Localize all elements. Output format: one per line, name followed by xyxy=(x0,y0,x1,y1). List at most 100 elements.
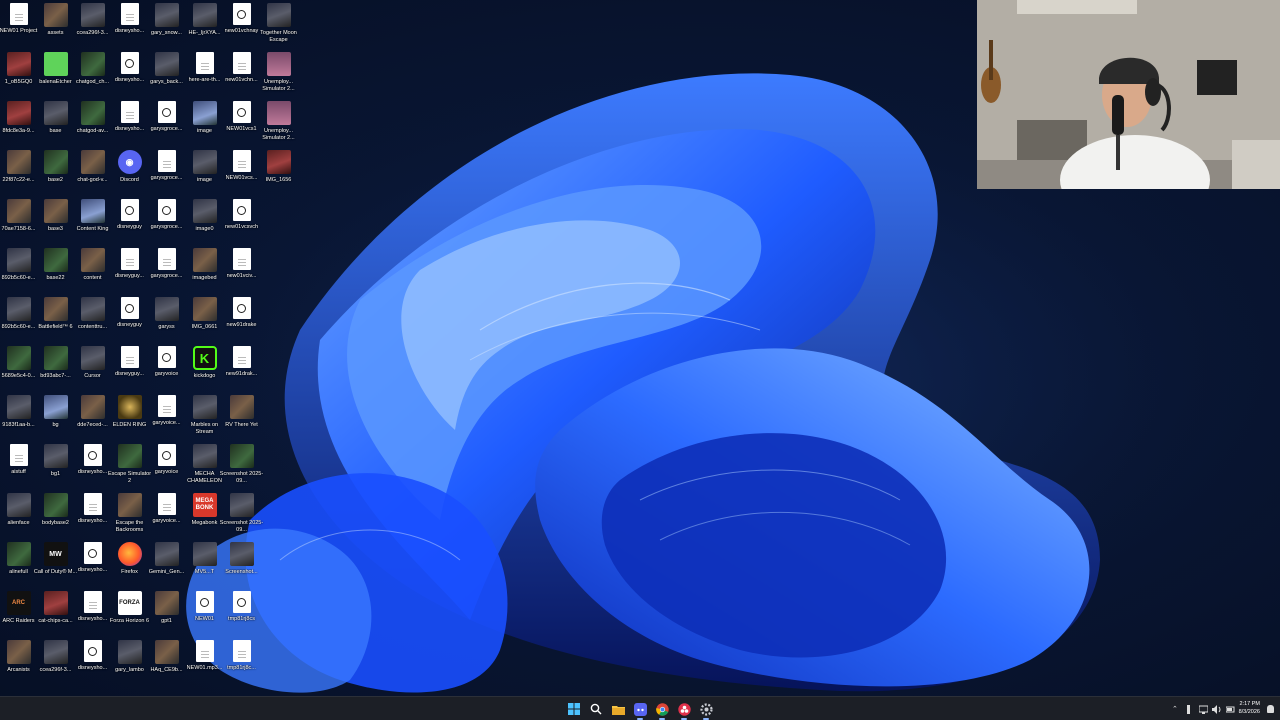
desktop-icon[interactable]: disneyguy... xyxy=(111,245,148,294)
desktop-icon[interactable]: Content King xyxy=(74,196,111,245)
tray-overflow-chevron-icon[interactable]: ⌃ xyxy=(1172,705,1178,713)
desktop-icon[interactable]: bd93abc7-... xyxy=(37,343,74,392)
desktop-icon[interactable]: image0 xyxy=(186,196,223,245)
desktop-icon[interactable]: disneysho... xyxy=(74,539,111,588)
desktop-icon[interactable]: MECHA CHAMELEON xyxy=(186,441,223,490)
desktop-icon[interactable]: garyvoice... xyxy=(148,392,185,441)
search-button[interactable] xyxy=(588,701,604,717)
battery-icon[interactable] xyxy=(1225,705,1235,714)
desktop-icon[interactable]: disneysho... xyxy=(74,588,111,637)
desktop-icon[interactable]: alinefull xyxy=(0,539,37,588)
desktop-icon[interactable]: image xyxy=(186,147,223,196)
desktop-icon[interactable]: Battlefield™ 6 xyxy=(37,294,74,343)
desktop-icon[interactable]: garysgroce... xyxy=(148,147,185,196)
desktop-icon[interactable]: 9183f1aa-b... xyxy=(0,392,37,441)
desktop-icon[interactable]: base3 xyxy=(37,196,74,245)
tray-app-icon[interactable] xyxy=(1184,704,1193,714)
desktop-icon[interactable]: 70ae7158-6... xyxy=(0,196,37,245)
desktop-icon[interactable]: 892b5c60-e... xyxy=(0,294,37,343)
desktop-icon[interactable]: bg xyxy=(37,392,74,441)
desktop-icon[interactable]: new01vciv... xyxy=(223,245,260,294)
desktop-icon[interactable]: Kkickdogo xyxy=(186,343,223,392)
desktop-icon[interactable]: MEGA BONK Megabonk xyxy=(186,490,223,539)
desktop-icon[interactable]: ccea296f-3... xyxy=(74,0,111,49)
desktop-icon[interactable]: here-are-th... xyxy=(186,49,223,98)
desktop-icon[interactable]: garysgroce... xyxy=(148,98,185,147)
desktop-icon[interactable]: bg1 xyxy=(37,441,74,490)
desktop-icon[interactable]: disneysho... xyxy=(74,490,111,539)
desktop-icon[interactable]: NEW01 Project xyxy=(0,0,37,49)
desktop-icon[interactable]: 5689e5c4-0... xyxy=(0,343,37,392)
desktop-icon[interactable]: 1_oB5GQ0 xyxy=(0,49,37,98)
desktop-icon[interactable]: ccea296f-3... xyxy=(37,637,74,686)
desktop-icon[interactable]: NEW01vcs1 xyxy=(223,98,260,147)
desktop-icon[interactable]: chat-god-v... xyxy=(74,147,111,196)
desktop-icon[interactable]: alienface xyxy=(0,490,37,539)
desktop-icon[interactable]: MW Call of Duty® M... xyxy=(34,539,77,588)
desktop-icon[interactable]: tmp81rj8c... xyxy=(223,637,260,686)
desktop-icon[interactable]: IMG_0661 xyxy=(186,294,223,343)
desktop-icon[interactable]: RV There Yet xyxy=(223,392,260,441)
desktop-icon[interactable]: Cursor xyxy=(74,343,111,392)
desktop-icon[interactable]: Escape Simulator 2 xyxy=(108,441,151,490)
desktop-icon[interactable]: image xyxy=(186,98,223,147)
desktop-icon[interactable]: garyss xyxy=(148,294,185,343)
desktop-icon[interactable]: cat-chips-ca... xyxy=(37,588,74,637)
desktop-icon[interactable]: base22 xyxy=(37,245,74,294)
desktop-icon[interactable]: gary_lambo xyxy=(111,637,148,686)
desktop-icon[interactable]: 892b5c60-e... xyxy=(0,245,37,294)
desktop-icon[interactable]: chatgod-av... xyxy=(74,98,111,147)
desktop-icon[interactable]: Escape the Backrooms xyxy=(111,490,148,539)
desktop-icon[interactable]: disneysho... xyxy=(111,98,148,147)
desktop-icon[interactable]: content xyxy=(74,245,111,294)
desktop-icon[interactable]: ELDEN RING xyxy=(111,392,148,441)
desktop-icon[interactable]: new91drak... xyxy=(223,343,260,392)
desktop-icon[interactable]: base2 xyxy=(37,147,74,196)
desktop-icon[interactable]: garysgroce... xyxy=(148,245,185,294)
desktop-icon[interactable]: garyvoice xyxy=(148,343,185,392)
desktop-icon[interactable]: Together Moon Escape xyxy=(260,0,297,49)
desktop-icon[interactable]: HAq_CE9b... xyxy=(148,637,185,686)
desktop-icon[interactable]: garysgroce... xyxy=(148,196,185,245)
taskbar-clock[interactable]: 2:17 PM 8/3/2026 xyxy=(1239,700,1260,716)
desktop-icon[interactable]: disneysho... xyxy=(111,0,148,49)
desktop-icon[interactable]: aistuff xyxy=(0,441,37,490)
desktop-icon[interactable]: disneyguy xyxy=(111,196,148,245)
desktop-icon[interactable]: new01vchnay xyxy=(223,0,260,49)
desktop-icon[interactable]: balenaEtcher xyxy=(37,49,74,98)
settings-taskbar-button[interactable] xyxy=(698,701,714,720)
desktop-icon[interactable]: new01vchn... xyxy=(223,49,260,98)
desktop-icon[interactable]: IMG_1656 xyxy=(260,147,297,196)
desktop-icon[interactable]: Screenshot... xyxy=(223,539,260,588)
file-explorer-button[interactable] xyxy=(610,701,626,717)
desktop-icon[interactable]: ◉ Discord xyxy=(111,147,148,196)
desktop-icon[interactable]: disneyguy... xyxy=(111,343,148,392)
desktop-icon[interactable]: 8fdc8e3a-9... xyxy=(0,98,37,147)
desktop-icon[interactable]: FORZA Forza Horizon 6 xyxy=(110,588,149,637)
desktop-icon[interactable]: Gemini_Gen... xyxy=(148,539,185,588)
desktop-icon[interactable]: NEW01.mp3... xyxy=(186,637,223,686)
desktop-icon[interactable]: Marbles on Stream xyxy=(186,392,223,441)
desktop-icon[interactable]: chatgod_ch... xyxy=(74,49,111,98)
desktop-icon[interactable]: NEW01vcs... xyxy=(223,147,260,196)
desktop-icon[interactable]: disneysho... xyxy=(111,49,148,98)
desktop-icon[interactable]: MV5...T xyxy=(186,539,223,588)
desktop-icon[interactable]: base xyxy=(37,98,74,147)
obs-taskbar-button[interactable] xyxy=(676,701,692,720)
chrome-taskbar-button[interactable] xyxy=(654,701,670,720)
desktop-icon[interactable]: Screenshot 2025-09... xyxy=(220,441,263,490)
desktop-icon[interactable]: new91drake xyxy=(223,294,260,343)
desktop-icon[interactable]: tmp81rj8cs xyxy=(223,588,260,637)
discord-taskbar-button[interactable] xyxy=(632,701,648,720)
desktop-icon[interactable]: imagebed xyxy=(186,245,223,294)
desktop-icon[interactable]: Arcanists xyxy=(0,637,37,686)
desktop-icon[interactable]: Unemploy... Simulator 2... xyxy=(260,49,297,98)
desktop-icon[interactable]: Screenshot 2025-09... xyxy=(220,490,263,539)
desktop-icon[interactable]: disneysho... xyxy=(74,637,111,686)
desktop-icon[interactable]: gpt1 xyxy=(148,588,185,637)
desktop-icon[interactable]: contenttru... xyxy=(74,294,111,343)
desktop-icon[interactable]: garyvoice... xyxy=(148,490,185,539)
desktop-icon[interactable]: dde7eced-... xyxy=(74,392,111,441)
desktop-icon[interactable]: HE-_ljrXYA... xyxy=(186,0,223,49)
desktop-icon[interactable]: new01vcsvch xyxy=(223,196,260,245)
